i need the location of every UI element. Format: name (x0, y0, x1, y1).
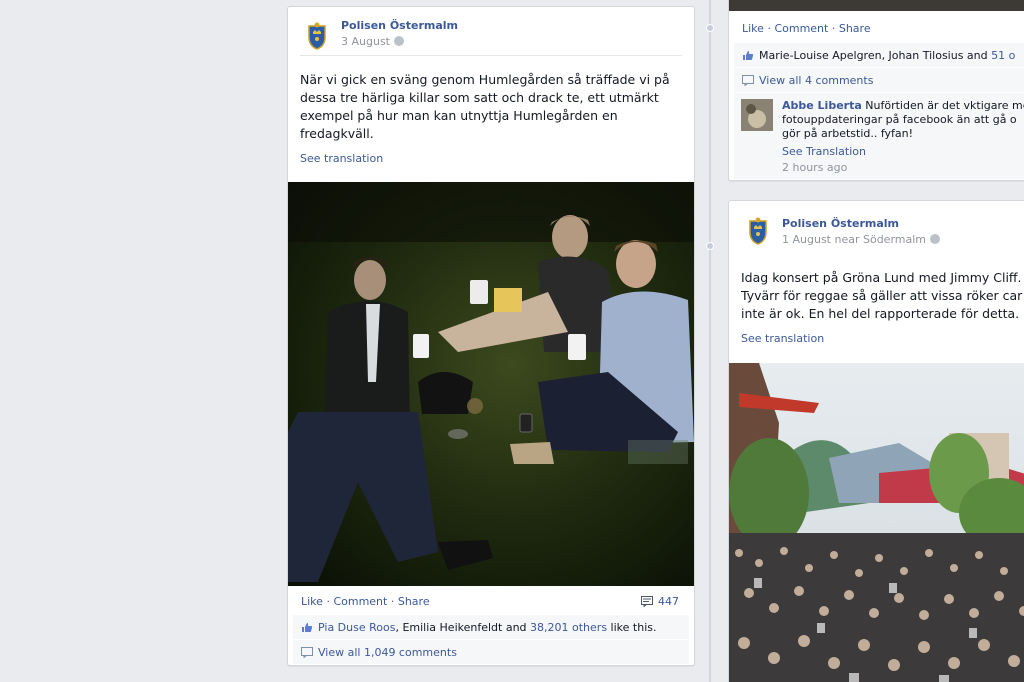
post-line: dessa tre härliga killar som satt och dr… (300, 90, 659, 105)
comment-time[interactable]: 2 hours ago (782, 161, 1024, 175)
post-line: När vi gick en sväng genom Humlegården s… (300, 72, 670, 87)
commenter-name[interactable]: Abbe Liberta (782, 99, 862, 112)
view-all-comments-link[interactable]: View all 1,049 comments (318, 646, 457, 659)
post-date[interactable]: 1 August near Södermalm (782, 233, 941, 246)
separator: · (831, 22, 836, 35)
view-all-comments-link[interactable]: View all 4 comments (759, 74, 873, 87)
post-date-text[interactable]: 1 August near Södermalm (782, 233, 926, 246)
timeline-dot (706, 242, 714, 250)
comment-see-translation[interactable]: See Translation (782, 145, 1024, 159)
view-comments-row[interactable]: View all 4 comments (734, 68, 1024, 92)
like-link[interactable]: Like (301, 595, 323, 608)
post-body: När vi gick en sväng genom Humlegården s… (300, 71, 685, 143)
globe-icon (394, 36, 404, 46)
post-author[interactable]: Polisen Östermalm (782, 217, 899, 230)
view-comments-row[interactable]: View all 1,049 comments (293, 640, 689, 664)
comment-text: Nuförtiden är det vktigare med (861, 99, 1024, 112)
post-actions: Like · Comment · Share (301, 595, 430, 608)
post-line: Tyvärr för reggae så gäller att vissa rö… (741, 288, 1023, 303)
post-card-previous: Like · Comment · Share Marie-Louise Apel… (728, 0, 1024, 181)
comment-body: Abbe Liberta Nuförtiden är det vktigare … (782, 99, 1024, 175)
timeline-spine (709, 0, 711, 682)
separator: · (767, 22, 771, 35)
post-line: Idag konsert på Gröna Lund med Jimmy Cli… (741, 270, 1022, 285)
post-line: exempel på hur man kan utnyttja Humlegår… (300, 108, 618, 123)
likes-row: Pia Duse Roos, Emilia Heikenfeldt and 38… (293, 615, 689, 639)
comment-count-value[interactable]: 447 (658, 595, 679, 608)
comment-link[interactable]: Comment (333, 595, 387, 608)
likes-row: Marie-Louise Apelgren, Johan Tilosius an… (734, 43, 1024, 67)
comment-icon (301, 647, 313, 658)
post-date[interactable]: 3 August (341, 35, 404, 48)
likes-others-link[interactable]: 38,201 others (530, 621, 607, 634)
comment-count-icon (641, 596, 653, 607)
timeline-dot (706, 24, 714, 32)
liker-name[interactable]: Pia Duse Roos (318, 621, 395, 634)
police-crest-icon[interactable] (746, 217, 770, 245)
likes-suffix: like this. (607, 621, 657, 634)
post-body: Idag konsert på Gröna Lund med Jimmy Cli… (741, 269, 1024, 323)
post-photo[interactable] (288, 182, 694, 586)
comment-icon (742, 75, 754, 86)
post-photo[interactable] (729, 363, 1024, 682)
like-thumb-icon (743, 51, 754, 60)
like-link[interactable]: Like (742, 22, 764, 35)
separator: · (390, 595, 395, 608)
police-crest-icon[interactable] (305, 22, 329, 50)
post-card-grona-lund: Polisen Östermalm 1 August near Södermal… (728, 200, 1024, 682)
likes-others-link[interactable]: 51 o (991, 49, 1015, 62)
commenter-avatar[interactable] (741, 99, 773, 131)
separator: · (326, 595, 330, 608)
share-link[interactable]: Share (839, 22, 871, 35)
post-card-humlegarden: Polisen Östermalm 3 August När vi gick e… (287, 6, 695, 666)
share-link[interactable]: Share (398, 595, 430, 608)
post-line: inte är ok. En hel del rapporterade för … (741, 306, 1020, 321)
comment-text: gör på arbetstid.. fyfan! (782, 127, 914, 140)
comment-link[interactable]: Comment (774, 22, 828, 35)
post-line: fredagkväll. (300, 126, 374, 141)
see-translation-link[interactable]: See translation (300, 152, 383, 165)
page-gutter (0, 0, 284, 682)
likes-middle-text: , Emilia Heikenfeldt and (395, 621, 531, 634)
previous-photo-bottom (729, 0, 1024, 11)
comment-count[interactable]: 447 (641, 595, 679, 608)
post-author[interactable]: Polisen Östermalm (341, 19, 458, 32)
likes-names[interactable]: Marie-Louise Apelgren, Johan Tilosius an… (759, 49, 991, 62)
post-actions: Like · Comment · Share (742, 22, 871, 35)
like-thumb-icon (302, 623, 313, 632)
globe-icon (930, 234, 941, 244)
header-divider (300, 55, 682, 56)
see-translation-link[interactable]: See translation (741, 332, 824, 345)
post-date-text[interactable]: 3 August (341, 35, 390, 48)
comment-text: fotouppdateringar på facebook än att gå … (782, 113, 1017, 126)
comment-item: Abbe Liberta Nuförtiden är det vktigare … (734, 93, 1024, 179)
